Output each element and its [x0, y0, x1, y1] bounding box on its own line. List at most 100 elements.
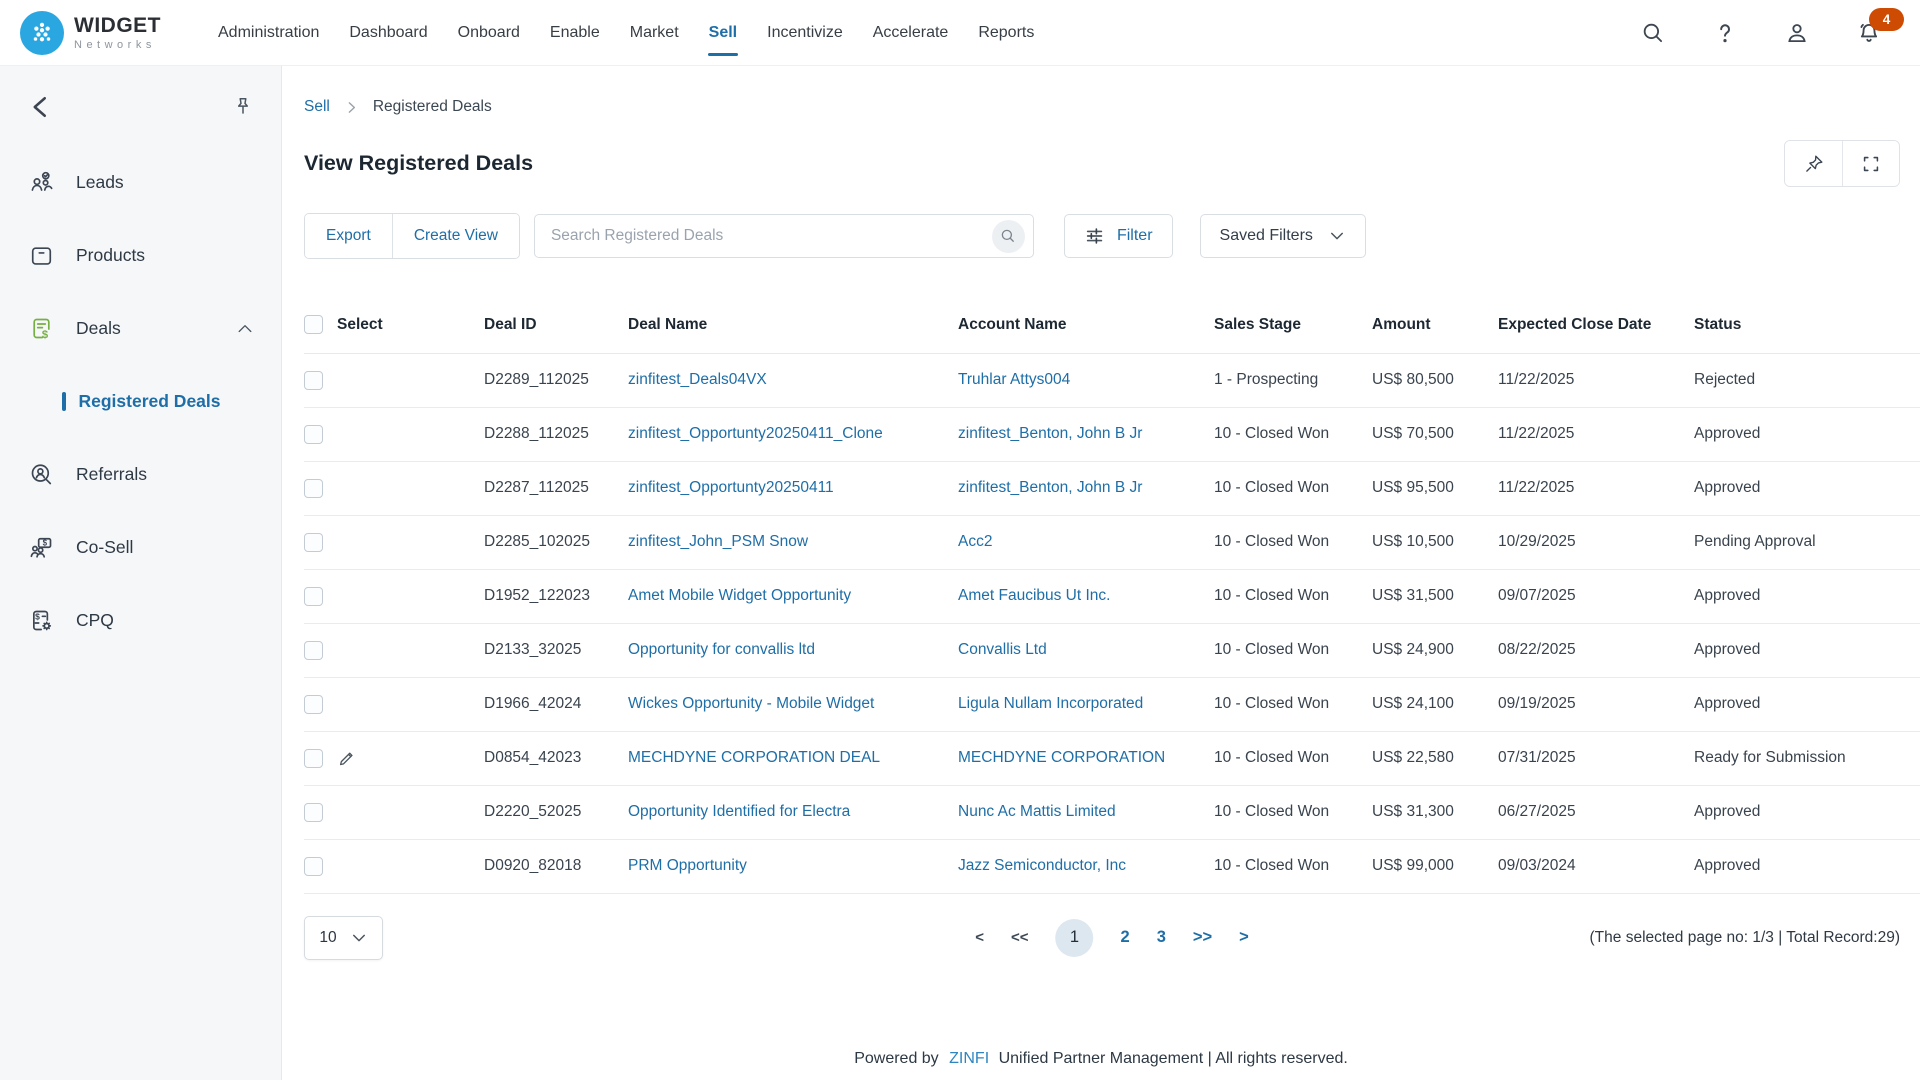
pager-next-button[interactable]: >: [1239, 928, 1249, 947]
footer-suffix: Unified Partner Management | All rights …: [999, 1050, 1348, 1067]
search-box: [534, 214, 1034, 258]
nav-item-market[interactable]: Market: [615, 0, 694, 65]
sidebar-item-label: Deals: [76, 318, 121, 339]
topbar: WIDGET Networks AdministrationDashboardO…: [0, 0, 1920, 66]
cell-sales-stage: 10 - Closed Won: [1214, 461, 1372, 515]
row-checkbox[interactable]: [304, 803, 323, 822]
cell-status: Approved: [1694, 461, 1920, 515]
nav-item-accelerate[interactable]: Accelerate: [858, 0, 964, 65]
cell-expected-close-date: 09/07/2025: [1498, 569, 1694, 623]
pager-first-button[interactable]: <<: [1011, 929, 1029, 946]
sidebar-subitem-registered-deals[interactable]: Registered Deals: [0, 365, 281, 438]
cell-amount: US$ 80,500: [1372, 353, 1498, 407]
fullscreen-button[interactable]: [1842, 141, 1899, 186]
sidebar-item-cpq[interactable]: $CPQ: [0, 584, 281, 657]
nav-item-sell[interactable]: Sell: [694, 0, 752, 65]
notifications-bell-icon[interactable]: 4: [1856, 20, 1882, 46]
products-icon: [28, 242, 55, 269]
breadcrumb-parent-link[interactable]: Sell: [304, 98, 330, 116]
pager-last-button[interactable]: >>: [1193, 928, 1212, 947]
nav-item-administration[interactable]: Administration: [203, 0, 334, 65]
cell-status: Approved: [1694, 569, 1920, 623]
sidebar-item-products[interactable]: Products: [0, 219, 281, 292]
table-row: D2220_52025Opportunity Identified for El…: [304, 785, 1920, 839]
nav-item-incentivize[interactable]: Incentivize: [752, 0, 858, 65]
row-checkbox[interactable]: [304, 425, 323, 444]
sidebar-item-referrals[interactable]: Referrals: [0, 438, 281, 511]
sidebar-collapse-icon[interactable]: [26, 92, 56, 122]
account-name-link[interactable]: Amet Faucibus Ut Inc.: [958, 587, 1110, 604]
pager-page-2[interactable]: 2: [1121, 928, 1130, 947]
header-expected-close-date: Expected Close Date: [1498, 297, 1694, 353]
sidebar-pin-icon[interactable]: [231, 95, 255, 119]
deal-name-link[interactable]: zinfitest_John_PSM Snow: [628, 533, 808, 550]
account-name-link[interactable]: MECHDYNE CORPORATION: [958, 749, 1165, 766]
row-checkbox[interactable]: [304, 641, 323, 660]
account-name-link[interactable]: Acc2: [958, 533, 992, 550]
row-checkbox[interactable]: [304, 857, 323, 876]
account-name-link[interactable]: Truhlar Attys004: [958, 371, 1070, 388]
account-name-link[interactable]: Jazz Semiconductor, Inc: [958, 857, 1126, 874]
table-row: D1952_122023Amet Mobile Widget Opportuni…: [304, 569, 1920, 623]
sidebar-item-deals[interactable]: $Deals: [0, 292, 281, 365]
search-icon[interactable]: [1640, 20, 1666, 46]
account-name-link[interactable]: Convallis Ltd: [958, 641, 1047, 658]
sidebar-item-leads[interactable]: Leads: [0, 146, 281, 219]
user-icon[interactable]: [1784, 20, 1810, 46]
nav-item-onboard[interactable]: Onboard: [443, 0, 535, 65]
cell-sales-stage: 10 - Closed Won: [1214, 785, 1372, 839]
fullscreen-icon: [1860, 153, 1882, 175]
pager-prev-button[interactable]: <: [975, 929, 984, 946]
pager: <<<123>>>: [975, 919, 1249, 957]
cell-status: Approved: [1694, 785, 1920, 839]
account-name-link[interactable]: zinfitest_Benton, John B Jr: [958, 479, 1142, 496]
leads-icon: [28, 169, 55, 196]
table-header-row: Select Deal ID Deal Name Account Name Sa…: [304, 297, 1920, 353]
sidebar-item-label: Products: [76, 245, 145, 266]
account-name-link[interactable]: zinfitest_Benton, John B Jr: [958, 425, 1142, 442]
nav-item-dashboard[interactable]: Dashboard: [334, 0, 442, 65]
export-button[interactable]: Export: [305, 214, 392, 258]
search-input[interactable]: [551, 227, 992, 245]
deal-name-link[interactable]: PRM Opportunity: [628, 857, 747, 874]
nav-item-enable[interactable]: Enable: [535, 0, 615, 65]
row-checkbox[interactable]: [304, 371, 323, 390]
account-name-link[interactable]: Nunc Ac Mattis Limited: [958, 803, 1116, 820]
create-view-button[interactable]: Create View: [392, 214, 519, 258]
view-actions: [1784, 140, 1900, 187]
page-size-select[interactable]: 10: [304, 916, 383, 960]
row-checkbox[interactable]: [304, 587, 323, 606]
deal-name-link[interactable]: zinfitest_Opportunty20250411_Clone: [628, 425, 883, 442]
search-submit-icon[interactable]: [992, 220, 1025, 253]
cosell-icon: $: [28, 534, 55, 561]
row-checkbox[interactable]: [304, 749, 323, 768]
page: WIDGET Networks AdministrationDashboardO…: [0, 0, 1920, 1080]
cell-amount: US$ 24,100: [1372, 677, 1498, 731]
row-checkbox[interactable]: [304, 695, 323, 714]
pager-page-3[interactable]: 3: [1157, 928, 1166, 947]
help-icon[interactable]: [1712, 20, 1738, 46]
account-name-link[interactable]: Ligula Nullam Incorporated: [958, 695, 1143, 712]
sidebar-item-co-sell[interactable]: $Co-Sell: [0, 511, 281, 584]
deal-name-link[interactable]: zinfitest_Opportunty20250411: [628, 479, 834, 496]
deal-name-link[interactable]: MECHDYNE CORPORATION DEAL: [628, 749, 880, 766]
pager-page-1[interactable]: 1: [1056, 919, 1094, 957]
select-all-checkbox[interactable]: [304, 315, 323, 334]
deal-name-link[interactable]: Wickes Opportunity - Mobile Widget: [628, 695, 874, 712]
footer-brand-link[interactable]: ZINFI: [949, 1050, 989, 1067]
filter-button[interactable]: Filter: [1064, 214, 1173, 258]
footer-prefix: Powered by: [854, 1050, 939, 1067]
saved-filters-button[interactable]: Saved Filters: [1200, 214, 1366, 258]
deal-name-link[interactable]: Opportunity Identified for Electra: [628, 803, 850, 820]
logo[interactable]: WIDGET Networks: [20, 11, 161, 55]
deal-name-link[interactable]: Opportunity for convallis ltd: [628, 641, 815, 658]
pin-view-button[interactable]: [1785, 141, 1842, 186]
row-checkbox[interactable]: [304, 533, 323, 552]
edit-icon[interactable]: [336, 748, 357, 769]
deal-name-link[interactable]: Amet Mobile Widget Opportunity: [628, 587, 851, 604]
table-body: D2289_112025zinfitest_Deals04VXTruhlar A…: [304, 353, 1920, 893]
row-checkbox[interactable]: [304, 479, 323, 498]
topbar-icons: 4: [1640, 20, 1882, 46]
nav-item-reports[interactable]: Reports: [963, 0, 1049, 65]
deal-name-link[interactable]: zinfitest_Deals04VX: [628, 371, 767, 388]
